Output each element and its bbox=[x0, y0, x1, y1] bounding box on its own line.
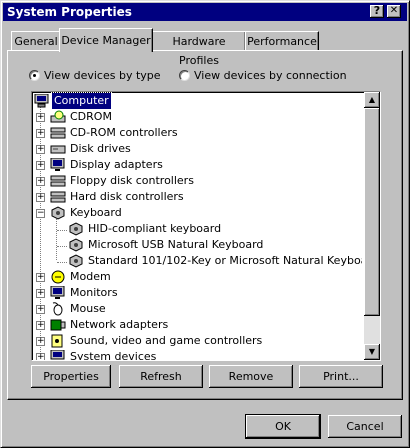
tree-connector bbox=[56, 216, 58, 260]
keyboard-icon bbox=[69, 254, 83, 268]
tree-item-label: Display adapters bbox=[70, 158, 163, 171]
cancel-button[interactable]: Cancel bbox=[328, 415, 402, 438]
view-by-type-radio[interactable]: View devices by type bbox=[29, 69, 161, 83]
radio-unselected-icon bbox=[179, 70, 190, 81]
monitor-icon bbox=[50, 286, 65, 299]
tree-item-label: System devices bbox=[70, 350, 157, 360]
view-by-connection-radio[interactable]: View devices by connection bbox=[179, 69, 347, 83]
tab-general[interactable]: General bbox=[11, 31, 61, 51]
tree-item-label: Modem bbox=[70, 270, 111, 283]
controller-icon bbox=[50, 191, 66, 203]
controller-icon bbox=[50, 127, 66, 139]
view-by-connection-label: View devices by connection bbox=[194, 69, 347, 82]
ok-button[interactable]: OK bbox=[246, 415, 320, 438]
expand-icon[interactable]: + bbox=[36, 193, 45, 202]
tree-item-label: Monitors bbox=[70, 286, 118, 299]
controller-icon bbox=[50, 175, 66, 187]
tab-performance[interactable]: Performance bbox=[245, 31, 319, 51]
keyboard-icon bbox=[69, 222, 83, 236]
title-bar[interactable]: System Properties ? ✕ bbox=[3, 3, 407, 21]
keyboard-icon bbox=[51, 206, 65, 220]
expand-icon[interactable]: + bbox=[36, 145, 45, 154]
window-title: System Properties bbox=[7, 5, 132, 19]
sound-icon bbox=[51, 334, 63, 348]
view-by-type-label: View devices by type bbox=[44, 69, 161, 82]
tree-item-label: Keyboard bbox=[70, 206, 122, 219]
tree-item-label: Disk drives bbox=[70, 142, 131, 155]
tree-item-label: Floppy disk controllers bbox=[70, 174, 194, 187]
expand-icon[interactable]: + bbox=[36, 161, 45, 170]
expand-icon[interactable]: + bbox=[36, 177, 45, 186]
scroll-down-button[interactable]: ▼ bbox=[364, 344, 380, 360]
tree-root-label: Computer bbox=[51, 92, 112, 110]
mouse-icon bbox=[52, 302, 63, 316]
collapse-icon[interactable]: − bbox=[36, 209, 45, 218]
tree-connector bbox=[57, 246, 67, 248]
properties-button[interactable]: Properties bbox=[31, 365, 111, 388]
system-properties-window: System Properties ? ✕ General Device Man… bbox=[0, 0, 410, 448]
tree-child-label: HID-compliant keyboard bbox=[88, 222, 222, 235]
tree-child-label: Standard 101/102-Key or Microsoft Natura… bbox=[88, 254, 362, 267]
tree-item-label: CDROM bbox=[70, 110, 112, 123]
tree-item-label: Hard disk controllers bbox=[70, 190, 184, 203]
scroll-up-button[interactable]: ▲ bbox=[364, 92, 380, 108]
radio-selected-icon bbox=[29, 70, 40, 81]
tab-device-manager[interactable]: Device Manager bbox=[59, 28, 153, 52]
expand-icon[interactable]: + bbox=[36, 289, 45, 298]
monitor-icon bbox=[50, 158, 65, 171]
expand-icon[interactable]: + bbox=[36, 129, 45, 138]
disk-icon bbox=[50, 145, 66, 154]
close-button[interactable]: ✕ bbox=[387, 5, 401, 18]
tab-hardware-profiles[interactable]: Hardware Profiles bbox=[152, 31, 246, 67]
keyboard-icon bbox=[69, 238, 83, 252]
print-button[interactable]: Print... bbox=[299, 365, 383, 388]
cdrom-icon bbox=[50, 110, 66, 123]
tree-item-label: CD-ROM controllers bbox=[70, 126, 178, 139]
modem-icon bbox=[51, 270, 65, 284]
device-tree-list: Computer + CDROM + CD-ROM controllers + … bbox=[32, 92, 362, 360]
tree-child-label: Microsoft USB Natural Keyboard bbox=[88, 238, 264, 251]
tree-connector bbox=[57, 230, 67, 232]
tree-connector bbox=[57, 262, 67, 264]
network-icon bbox=[50, 319, 66, 331]
tree-item-label: Mouse bbox=[70, 302, 106, 315]
expand-icon[interactable]: + bbox=[36, 273, 45, 282]
tree-scrollbar[interactable]: ▲ ▼ bbox=[364, 92, 380, 360]
device-tree[interactable]: Computer + CDROM + CD-ROM controllers + … bbox=[31, 91, 381, 361]
tree-item-label: Network adapters bbox=[70, 318, 169, 331]
computer-icon bbox=[50, 350, 65, 360]
help-button[interactable]: ? bbox=[370, 5, 384, 18]
expand-icon[interactable]: + bbox=[36, 337, 45, 346]
refresh-button[interactable]: Refresh bbox=[119, 365, 203, 388]
expand-icon[interactable]: + bbox=[36, 113, 45, 122]
scroll-thumb[interactable] bbox=[364, 108, 380, 316]
expand-icon[interactable]: + bbox=[36, 321, 45, 330]
remove-button[interactable]: Remove bbox=[209, 365, 293, 388]
expand-icon[interactable]: + bbox=[36, 305, 45, 314]
expand-icon[interactable]: + bbox=[36, 353, 45, 360]
tree-item-label: Sound, video and game controllers bbox=[70, 334, 263, 347]
computer-icon bbox=[34, 94, 49, 108]
